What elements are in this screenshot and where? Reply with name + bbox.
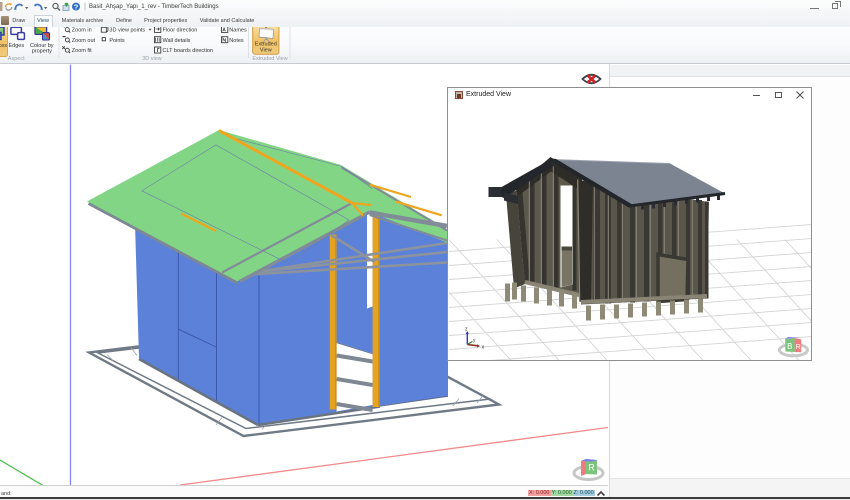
svg-text:View: View bbox=[260, 47, 272, 53]
svg-text:R: R bbox=[795, 344, 800, 351]
svg-text:Points: Points bbox=[109, 37, 125, 43]
svg-text:Wall details: Wall details bbox=[163, 37, 191, 43]
svg-text:property: property bbox=[32, 48, 52, 54]
svg-text:ces: ces bbox=[0, 42, 7, 48]
svg-text:Notes: Notes bbox=[229, 37, 244, 43]
svg-text:Floor direction: Floor direction bbox=[163, 27, 198, 33]
svg-text:Names: Names bbox=[229, 27, 247, 33]
svg-text:Extruded View: Extruded View bbox=[252, 55, 287, 61]
svg-text:Zoom in: Zoom in bbox=[72, 27, 92, 33]
svg-text:Edges: Edges bbox=[8, 42, 24, 48]
svg-text:3D view points: 3D view points bbox=[109, 27, 145, 33]
svg-text:x: x bbox=[481, 344, 484, 350]
svg-text:y: y bbox=[473, 337, 476, 342]
svg-text:B: B bbox=[787, 342, 792, 351]
svg-text:3D view: 3D view bbox=[142, 55, 162, 61]
svg-text:CLT boards direction: CLT boards direction bbox=[163, 48, 214, 54]
svg-text:R: R bbox=[588, 462, 595, 472]
svg-text:?: ? bbox=[74, 2, 79, 11]
svg-text:Zoom fit: Zoom fit bbox=[72, 48, 92, 54]
svg-text:Aspect: Aspect bbox=[8, 55, 25, 61]
svg-text:Zoom out: Zoom out bbox=[72, 37, 96, 43]
